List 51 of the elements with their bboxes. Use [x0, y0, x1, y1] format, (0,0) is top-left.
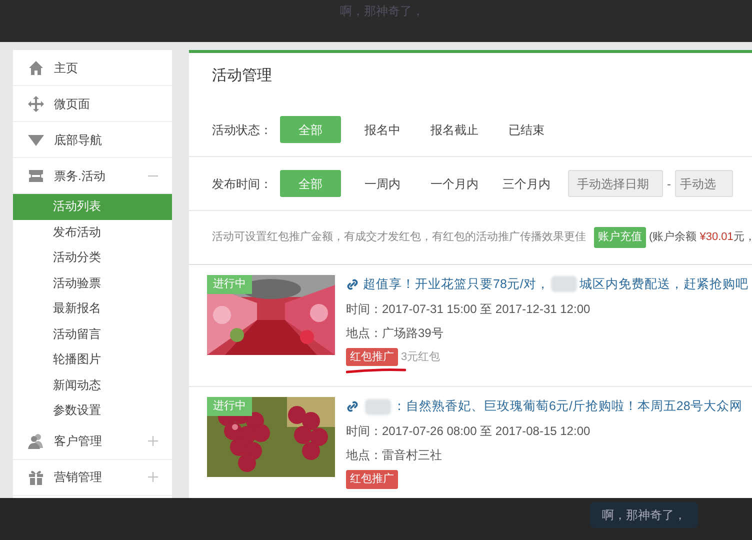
link-icon: [346, 400, 359, 414]
sidebar-subitem[interactable]: 活动留言: [13, 322, 172, 347]
link-icon: [346, 278, 359, 291]
filter-option[interactable]: 报名中: [352, 116, 413, 143]
filter-option[interactable]: 一周内: [352, 170, 413, 197]
bonus-text: 3元红包: [401, 350, 440, 365]
gift-icon: [28, 469, 44, 485]
activity-time: 时间：2017-07-26 08:00 至 2017-08-15 12:00: [346, 423, 592, 440]
promo-tag: 红包推广: [346, 470, 398, 488]
panel-title: 活动管理: [211, 66, 273, 86]
sidebar-subitem[interactable]: 发布活动: [13, 220, 172, 245]
home-icon: [28, 60, 44, 76]
status-label: 进行中: [207, 275, 252, 294]
chat-bubble: 啊，那神奇了，: [590, 502, 698, 528]
filter-option[interactable]: 报名截止: [424, 116, 485, 143]
sidebar-item[interactable]: 客户管理: [13, 424, 172, 460]
sidebar-subitem[interactable]: 活动验票: [13, 270, 172, 296]
sidebar-subitem[interactable]: 最新报名: [13, 296, 172, 322]
plus-icon[interactable]: [148, 472, 158, 482]
activity-time: 时间：2017-07-31 15:00 至 2017-12-31 12:00: [346, 300, 592, 318]
activity-title-link[interactable]: 超值享！开业花篮只要78元/对，: [363, 275, 550, 294]
sidebar-subitem[interactable]: 轮播图片: [13, 347, 172, 372]
ticket-icon: [28, 168, 44, 184]
sidebar-item[interactable]: 主页: [13, 50, 172, 86]
sidebar-item[interactable]: 营销管理: [13, 460, 172, 496]
date-field[interactable]: 手动选择日期: [568, 170, 663, 197]
date-field[interactable]: 手动选: [675, 170, 733, 197]
filter-label: 发布时间：: [212, 176, 273, 192]
status-label: 进行中: [207, 397, 252, 416]
activity-title-link[interactable]: ：自然熟香妃、巨玫瑰葡萄6元/斤抢购啦！本周五28号大众网: [393, 397, 742, 416]
plus-icon[interactable]: [148, 436, 158, 446]
date-separator: -: [667, 176, 671, 192]
filter-option[interactable]: 三个月内: [496, 170, 557, 197]
promo-tag: 红包推广: [346, 348, 398, 366]
activity-place: 地点：广场路39号: [346, 324, 444, 342]
sidebar-item[interactable]: 底部导航: [13, 122, 172, 158]
redaction-mark: [365, 398, 391, 415]
filter-option[interactable]: 已结束: [496, 116, 557, 143]
balance-text: (账户余额 ¥30.01元，: [649, 230, 752, 246]
sidebar-item[interactable]: 微页面: [13, 86, 172, 122]
filter-option[interactable]: 一个月内: [424, 170, 485, 197]
users-icon: [28, 433, 44, 449]
filter-label: 活动状态：: [212, 122, 273, 138]
notice-text: 活动可设置红包推广金额，有成交才发红包，有红包的活动推广传播效果更佳: [212, 230, 586, 246]
sidebar-subitem[interactable]: 参数设置: [13, 398, 172, 424]
redaction-mark: [551, 276, 578, 292]
move-icon: [28, 96, 44, 112]
sidebar-subitem[interactable]: 活动分类: [13, 245, 172, 270]
activity-title-link[interactable]: 城区内免费配送，赶紧抢购吧: [579, 275, 748, 294]
activity-place: 地点：雷音村三社: [346, 447, 443, 464]
sidebar-subitem[interactable]: 新闻动态: [13, 372, 172, 398]
